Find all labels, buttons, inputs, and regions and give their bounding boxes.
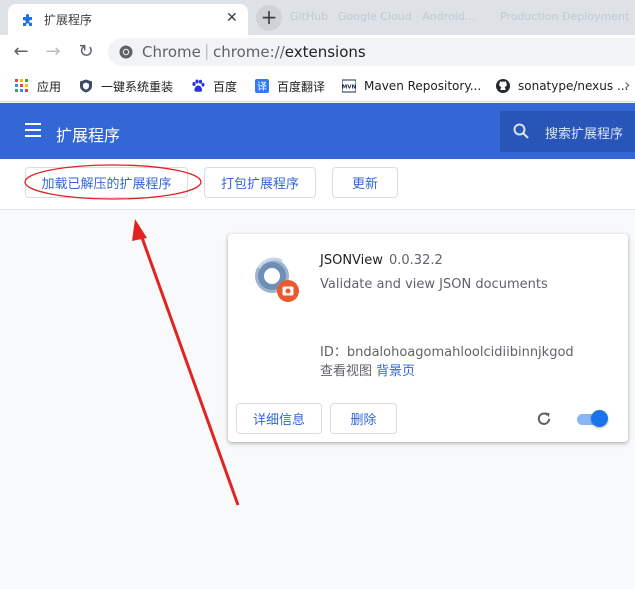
extensions-header: 扩展程序 搜索扩展程序 [0,103,635,159]
tab-strip: 扩展程序 ✕ + GitHub Google Cloud · Android..… [0,0,635,35]
remove-button[interactable]: 删除 [330,403,397,434]
extension-description: Validate and view JSON documents [320,277,548,292]
search-placeholder: 搜索扩展程序 [545,127,624,142]
url-path: extensions [284,43,366,61]
bookmark-label: Maven Repository... [364,79,482,93]
new-tab-button[interactable]: + [256,5,282,31]
browser-toolbar: ← → ↻ Chrome | chrome://extensions [0,35,635,69]
back-button[interactable]: ← [10,41,32,63]
details-button[interactable]: 详细信息 [236,403,322,434]
pointer-arrow-line [138,231,240,506]
reload-button[interactable]: ↻ [75,41,97,63]
bookmark-system-reinstall[interactable]: 一键系统重装 [79,77,173,95]
extension-version: 0.0.32.2 [389,253,443,268]
bookmark-label: sonatype/nexus ... [518,79,629,93]
svg-text:MVN: MVN [342,85,356,91]
enable-toggle[interactable] [577,410,609,428]
forward-button[interactable]: → [42,41,64,63]
bookmark-sonatype-nexus[interactable]: sonatype/nexus ... [496,77,628,95]
tab-extensions[interactable]: 扩展程序 ✕ [8,4,248,35]
background-tab[interactable]: Google Cloud · Android... [338,10,475,23]
bookmark-apps[interactable]: 应用 [15,77,61,95]
jsonview-logo-icon [255,257,299,302]
close-tab-icon[interactable]: ✕ [226,10,238,26]
shield-icon [80,79,92,93]
bookmark-maven-repository[interactable]: MVN Maven Repository... [342,77,481,95]
address-bar[interactable]: Chrome | chrome://extensions [108,38,635,66]
chrome-icon [119,45,133,59]
puzzle-icon [23,14,32,26]
github-icon [496,79,510,93]
extension-card: JSONView 0.0.32.2 Validate and view JSON… [228,234,628,442]
tab-title: 扩展程序 [44,13,93,27]
chrome-scheme-label: Chrome [142,43,201,61]
page-title: 扩展程序 [56,126,121,145]
bookmark-baidu[interactable]: 百度 [191,77,237,95]
background-page-link[interactable]: 背景页 [376,360,415,379]
pointer-arrow-head [132,219,147,241]
url-text: chrome://extensions [213,43,366,61]
search-icon [513,123,529,139]
search-extensions-input[interactable]: 搜索扩展程序 [500,111,635,152]
menu-icon[interactable] [25,123,41,137]
bookmark-label: 百度翻译 [277,79,326,94]
maven-icon: MVN [342,79,356,93]
bookmark-label: 应用 [37,79,62,94]
background-tab[interactable]: GitHub [290,10,328,23]
developer-actions-bar: 加载已解压的扩展程序 打包扩展程序 更新 [0,159,635,210]
bookmarks-overflow-icon[interactable]: › [624,75,630,94]
bookmarks-bar: 应用 一键系统重装 百度 译 百度翻译 MVN Maven Repository… [0,69,635,102]
pack-extension-button[interactable]: 打包扩展程序 [204,167,316,198]
bookmark-label: 一键系统重装 [101,79,174,94]
extension-name: JSONView [320,253,383,268]
inspect-views-label: 查看视图 [320,364,373,379]
svg-text:译: 译 [257,81,267,93]
extension-id: ID：bndalohoagomahloolcidiibinnjkgod [320,345,574,360]
translate-icon: 译 [255,79,269,93]
background-tab[interactable]: Production Deployment [500,10,629,23]
bookmark-label: 百度 [213,79,238,94]
reload-extension-icon[interactable] [534,409,554,429]
load-unpacked-button[interactable]: 加载已解压的扩展程序 [25,167,188,198]
toggle-knob [591,410,608,427]
apps-grid-icon [15,79,28,92]
url-prefix: chrome:// [213,43,285,61]
url-separator: | [204,41,210,60]
baidu-paw-icon [192,79,205,92]
update-button[interactable]: 更新 [332,167,398,198]
bookmark-baidu-translate[interactable]: 译 百度翻译 [255,77,325,95]
